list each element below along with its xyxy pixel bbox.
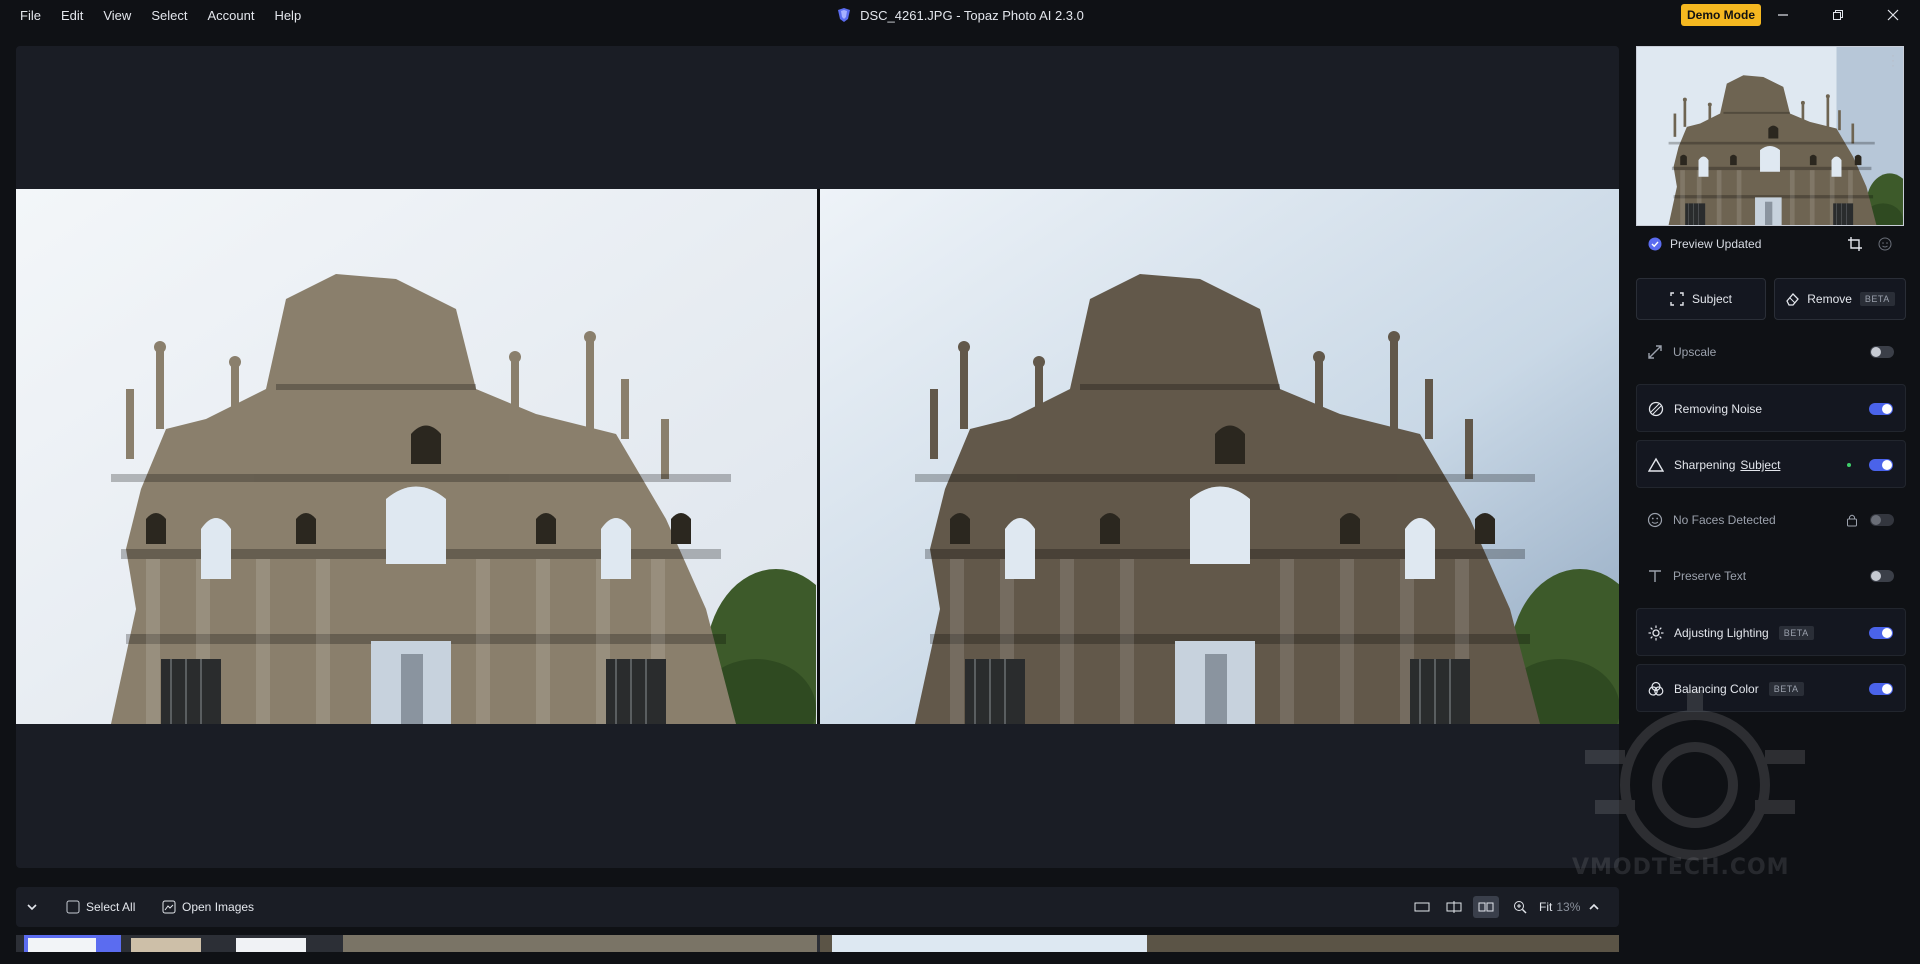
face-recovery-label: No Faces Detected [1673, 513, 1776, 527]
restore-icon [1832, 10, 1843, 20]
side-by-side-icon [1478, 902, 1494, 912]
filmstrip-thumb-selected[interactable] [24, 935, 121, 952]
upscale-icon [1646, 343, 1664, 361]
minimize-icon [1777, 14, 1788, 16]
image-icon [162, 900, 176, 914]
preserve-text-row[interactable]: Preserve Text [1636, 552, 1906, 600]
face-icon [1646, 511, 1664, 529]
remove-noise-label: Removing Noise [1674, 402, 1763, 416]
watermark-text: VMODTECH.COM [1572, 855, 1790, 880]
navigator-image [1637, 47, 1903, 225]
menu-select[interactable]: Select [141, 8, 197, 23]
original-image-pane[interactable] [16, 189, 817, 724]
zoom-value: 13% [1556, 900, 1581, 914]
zoom-fit-label: Fit [1539, 900, 1553, 914]
window-controls [1755, 0, 1920, 30]
filmstrip[interactable] [16, 935, 1619, 952]
checkbox-icon [66, 900, 80, 914]
filmstrip-thumb[interactable] [236, 938, 306, 952]
remove-noise-row[interactable]: Removing Noise [1636, 384, 1906, 432]
slider-compare-button[interactable] [1441, 896, 1467, 918]
zoom-icon [1514, 901, 1527, 914]
zoom-control[interactable]: Fit 13% [1513, 887, 1580, 927]
preserve-text-toggle[interactable] [1870, 570, 1894, 582]
noise-icon [1647, 400, 1665, 418]
lighting-toggle[interactable] [1869, 627, 1893, 639]
processed-image-pane[interactable] [820, 189, 1619, 724]
filmstrip-preview-strip [832, 935, 1147, 952]
sharpen-icon [1647, 456, 1665, 474]
remove-button-label: Remove [1807, 292, 1852, 306]
color-balance-toggle[interactable] [1869, 683, 1893, 695]
filmstrip-thumb[interactable] [131, 938, 201, 952]
menu-edit[interactable]: Edit [51, 8, 93, 23]
beta-badge: BETA [1859, 292, 1895, 306]
select-all-label: Select All [86, 900, 136, 914]
check-circle-icon [1648, 237, 1662, 251]
single-view-icon [1414, 902, 1430, 912]
sharpening-row[interactable]: Sharpening Subject [1636, 440, 1906, 488]
face-recovery-row[interactable]: No Faces Detected [1636, 496, 1906, 544]
chevron-down-icon [27, 904, 37, 911]
window-title-text: DSC_4261.JPG - Topaz Photo AI 2.3.0 [860, 7, 1084, 23]
app-logo-icon [838, 8, 851, 22]
sun-icon [1647, 624, 1665, 642]
restore-button[interactable] [1810, 0, 1865, 30]
bottom-toolbar: Select All Open Images Fit 13% [16, 887, 1619, 927]
demo-mode-badge[interactable]: Demo Mode [1681, 4, 1762, 26]
thumbnail-menu-icon[interactable]: · · · [1891, 49, 1895, 71]
processed-photo [820, 189, 1619, 724]
side-by-side-button[interactable] [1473, 896, 1499, 918]
chevron-up-icon [1589, 903, 1599, 910]
remove-noise-toggle[interactable] [1869, 403, 1893, 415]
title-bar: File Edit View Select Account Help DSC_4… [0, 0, 1920, 30]
original-photo [16, 189, 817, 724]
open-images-label: Open Images [182, 900, 255, 914]
lighting-label: Adjusting Lighting [1674, 626, 1769, 640]
single-view-button[interactable] [1409, 896, 1435, 918]
subject-button-label: Subject [1691, 292, 1733, 306]
sharpening-label: Sharpening [1674, 458, 1736, 472]
menu-view[interactable]: View [93, 8, 141, 23]
filmstrip-preview-strip [343, 935, 817, 952]
close-icon [1887, 9, 1898, 21]
menu-help[interactable]: Help [264, 8, 311, 23]
menu-account[interactable]: Account [197, 8, 264, 23]
select-all-checkbox[interactable]: Select All [66, 887, 135, 927]
sharpening-toggle[interactable] [1869, 459, 1893, 471]
crop-icon[interactable] [1848, 237, 1862, 251]
upscale-label: Upscale [1673, 345, 1717, 359]
image-viewer[interactable] [16, 46, 1619, 868]
menu-bar: File Edit View Select Account Help [10, 0, 311, 30]
subject-button[interactable]: Subject [1636, 278, 1766, 320]
remove-button[interactable]: Remove BETA [1774, 278, 1906, 320]
menu-file[interactable]: File [10, 8, 51, 23]
split-view-icon [1446, 901, 1462, 913]
beta-badge: BETA [1778, 626, 1814, 640]
upscale-toggle[interactable] [1870, 346, 1894, 358]
sharpening-subject-link[interactable]: Subject [1740, 458, 1780, 472]
preserve-text-label: Preserve Text [1673, 569, 1747, 583]
close-button[interactable] [1865, 0, 1920, 30]
eraser-icon [1786, 293, 1800, 306]
upscale-row[interactable]: Upscale [1636, 328, 1906, 376]
select-subject-icon [1670, 292, 1684, 306]
open-images-button[interactable]: Open Images [162, 887, 254, 927]
status-dot [1847, 463, 1851, 467]
lock-icon [1847, 514, 1857, 527]
collapse-filmstrip-button[interactable] [26, 887, 38, 927]
minimize-button[interactable] [1755, 0, 1810, 30]
lighting-row[interactable]: Adjusting Lighting BETA [1636, 608, 1906, 656]
face-recovery-toggle[interactable] [1870, 514, 1894, 526]
text-icon [1646, 567, 1664, 585]
preview-status-text: Preview Updated [1670, 237, 1762, 251]
navigator-thumbnail[interactable]: · · · [1636, 46, 1904, 226]
preview-status-row: Preview Updated [1636, 232, 1906, 256]
face-icon[interactable] [1878, 237, 1892, 251]
expand-button[interactable] [1588, 887, 1600, 927]
